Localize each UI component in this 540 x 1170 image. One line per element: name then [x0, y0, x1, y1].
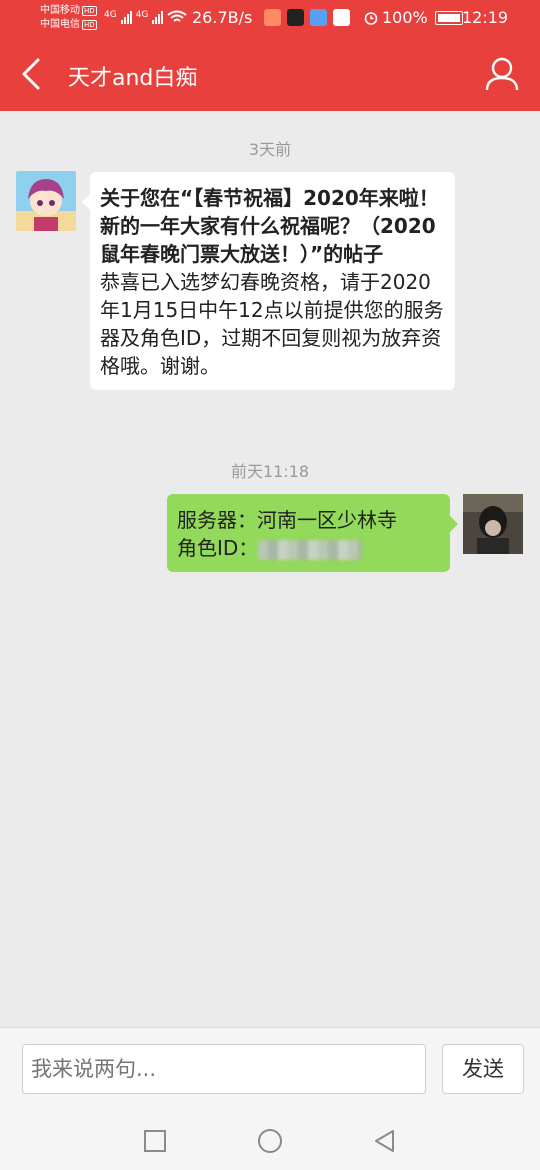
message-timestamp: 3天前	[248, 140, 292, 159]
input-bar: 发送	[0, 1027, 540, 1113]
clock: 12:19	[462, 8, 509, 27]
battery-icon	[434, 10, 463, 25]
signal-bars-icon	[120, 10, 132, 24]
photos-icon	[310, 9, 327, 26]
message-line-role-id: 角色ID：	[177, 534, 440, 562]
maps-icon	[264, 9, 281, 26]
network-type-1: 4G	[104, 10, 117, 20]
user-profile-icon[interactable]	[484, 56, 520, 92]
avatar[interactable]	[463, 494, 523, 554]
received-message-bubble[interactable]: 关于您在“【春节祝福】2020年来啦！新的一年大家有什么祝福呢？（2020鼠年春…	[82, 172, 455, 390]
dashen-icon	[287, 9, 304, 26]
hd-badge: HD	[82, 6, 97, 16]
carrier-1: 中国移动	[40, 5, 80, 16]
conversation-title: 天才and白痴	[68, 66, 198, 91]
message-body: 恭喜已入选梦幻春晚资格，请于2020年1月15日中午12点以前提供您的服务器及角…	[100, 270, 444, 378]
role-id-label: 角色ID：	[177, 536, 259, 560]
alarm-icon	[364, 11, 378, 25]
message-timestamp: 前天11:18	[230, 462, 310, 481]
message-subject: 关于您在“【春节祝福】2020年来啦！新的一年大家有什么祝福呢？（2020鼠年春…	[100, 186, 439, 266]
square-icon[interactable]	[142, 1128, 168, 1154]
battery-area: 100%	[364, 8, 463, 27]
app-header: 天才and白痴	[0, 36, 540, 111]
system-nav-bar	[0, 1112, 540, 1170]
send-button[interactable]: 发送	[442, 1044, 524, 1094]
hd-badge: HD	[82, 20, 97, 30]
carrier-info: 中国移动 HD 中国电信 HD	[40, 4, 97, 32]
user-photo-avatar-icon	[463, 494, 523, 554]
network-type-2: 4G	[135, 10, 149, 20]
message-line-server: 服务器：河南一区少林寺	[177, 508, 397, 532]
avatar[interactable]	[16, 171, 76, 231]
back-chevron-icon[interactable]	[16, 56, 46, 92]
message-input[interactable]	[22, 1044, 426, 1094]
sent-message-bubble[interactable]: 服务器：河南一区少林寺 角色ID：	[167, 494, 458, 572]
blurred-role-id	[258, 539, 363, 560]
cartoon-avatar-icon	[16, 171, 76, 231]
circle-icon[interactable]	[257, 1128, 283, 1154]
carrier-2: 中国电信	[40, 19, 80, 30]
video-icon	[333, 9, 350, 26]
battery-percent: 100%	[382, 8, 428, 27]
notification-icons	[264, 9, 350, 26]
signal-bars-icon	[152, 10, 164, 24]
triangle-back-icon[interactable]	[372, 1128, 398, 1154]
wifi-icon	[167, 10, 188, 22]
signal-indicators: 4G 4G	[104, 10, 188, 24]
network-speed: 26.7B/s	[192, 8, 253, 27]
status-bar: 中国移动 HD 中国电信 HD 4G 4G 26.7B/s 100% 12:19	[0, 0, 540, 36]
